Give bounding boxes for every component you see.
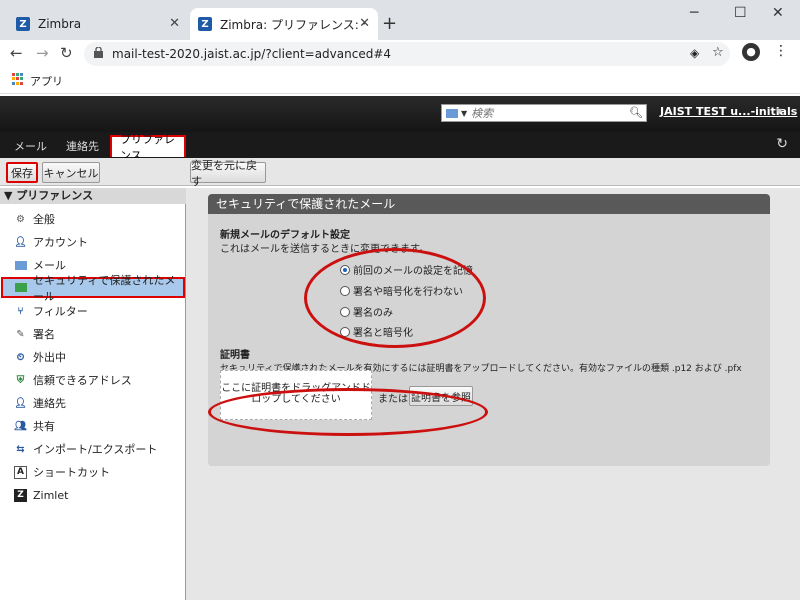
zimlet-icon: Z	[14, 488, 27, 502]
close-tab-icon[interactable]: ✕	[169, 16, 180, 31]
new-tab-icon[interactable]: +	[382, 13, 397, 34]
sidebar-item-label: 信頼できるアドレス	[33, 374, 132, 387]
bookmark-star-icon[interactable]: ☆	[712, 45, 724, 60]
preferences-toolbar: 保存 キャンセル 変更を元に戻す	[0, 158, 800, 188]
sidebar-item-trusted-addresses[interactable]: ⛨ 信頼できるアドレス	[0, 369, 186, 391]
sidebar-item-shortcuts[interactable]: A ショートカット	[0, 461, 186, 483]
tab-title: Zimbra: プリファレンス: セキュリティで	[220, 17, 365, 32]
signature-icon: ✎	[16, 328, 25, 340]
save-button[interactable]: 保存	[6, 162, 38, 183]
sidebar-item-signatures[interactable]: ✎ 署名	[0, 323, 186, 345]
sidebar-item-account[interactable]: 👤︎ アカウント	[0, 231, 186, 253]
sidebar-item-contacts[interactable]: 👤︎ 連絡先	[0, 392, 186, 414]
zimbra-favicon-icon: Z	[16, 17, 30, 31]
cancel-button[interactable]: キャンセル	[42, 162, 100, 183]
sidebar-item-secure-mail[interactable]: セキュリティで保護されたメール	[1, 274, 185, 303]
apps-bookmark-label[interactable]: アプリ	[30, 73, 63, 89]
back-icon[interactable]: ←	[10, 44, 23, 62]
window-close-icon[interactable]: ✕	[772, 5, 784, 21]
chevron-down-icon[interactable]: ▼	[461, 109, 467, 118]
sidebar-item-out-of-office[interactable]: ⏲ 外出中	[0, 346, 186, 368]
url-text: mail-test-2020.jaist.ac.jp/?client=advan…	[112, 47, 392, 61]
sidebar-item-general[interactable]: ⚙ 全般	[0, 208, 186, 230]
default-settings-heading: 新規メールのデフォルト設定	[220, 230, 350, 241]
tab-title: Zimbra	[38, 17, 82, 31]
user-menu-chevron-icon[interactable]: ▼	[776, 107, 782, 116]
sidebar-item-label: 外出中	[33, 351, 66, 364]
profile-avatar-icon[interactable]: ●	[742, 43, 760, 61]
import-export-icon: ⇆	[16, 443, 25, 455]
sidebar-item-label: Zimlet	[33, 488, 69, 502]
lock-icon	[94, 47, 103, 58]
share-icon: 👥︎	[14, 420, 27, 432]
sidebar-item-import-export[interactable]: ⇆ インポート/エクスポート	[0, 438, 186, 460]
browser-tab-bar: Z Zimbra ✕ Z Zimbra: プリファレンス: セキュリティで ✕ …	[0, 0, 800, 40]
app-tab-bar: メール 連絡先 プリファレンス ↻	[0, 132, 800, 162]
sidebar-item-label: セキュリティで保護されたメール	[33, 273, 176, 303]
search-box[interactable]: ▼ 🔍︎	[441, 104, 647, 122]
close-tab-icon[interactable]: ✕	[359, 16, 370, 31]
sidebar-item-label: ショートカット	[33, 466, 110, 479]
browser-tab-zimbra[interactable]: Z Zimbra ✕	[8, 8, 188, 40]
reload-icon[interactable]: ↻	[60, 44, 73, 62]
browser-tab-preferences[interactable]: Z Zimbra: プリファレンス: セキュリティで ✕	[190, 8, 378, 40]
apps-grid-icon[interactable]	[12, 73, 24, 85]
shield-icon: ⛨	[16, 374, 25, 386]
tab-mail[interactable]: メール	[6, 135, 55, 157]
annotation-oval	[304, 248, 486, 348]
cast-icon[interactable]: ◈	[690, 46, 699, 60]
panel-title: セキュリティで保護されたメール	[208, 194, 770, 214]
revert-button[interactable]: 変更を元に戻す	[190, 159, 266, 188]
sidebar-item-sharing[interactable]: 👥︎ 共有	[0, 415, 186, 437]
filter-icon: ⑂	[17, 305, 24, 317]
search-input[interactable]	[471, 106, 622, 120]
forward-icon[interactable]: →	[36, 44, 49, 62]
maximize-icon[interactable]: ☐	[734, 5, 747, 21]
secure-mail-icon	[15, 281, 27, 294]
search-icon[interactable]: 🔍︎	[629, 106, 643, 119]
more-menu-icon[interactable]: ⋮	[774, 43, 788, 59]
sidebar-heading[interactable]: ▼ プリファレンス	[0, 188, 186, 204]
address-bar[interactable]: mail-test-2020.jaist.ac.jp/?client=advan…	[84, 42, 730, 66]
zimbra-favicon-icon: Z	[198, 17, 212, 31]
account-icon: 👤︎	[14, 236, 27, 248]
tab-contacts[interactable]: 連絡先	[58, 135, 107, 157]
out-of-office-icon: ⏲	[16, 351, 25, 363]
zimbra-header: ▼ 🔍︎ JAIST TEST u...-initials ▼	[0, 96, 800, 132]
contacts-icon: 👤︎	[14, 397, 27, 409]
annotation-oval	[208, 388, 488, 436]
sidebar-item-label: インポート/エクスポート	[33, 443, 158, 456]
sidebar-item-label: 共有	[33, 420, 55, 433]
tab-preferences[interactable]: プリファレンス	[110, 133, 186, 162]
preferences-sidebar: ▼ プリファレンス ⚙ 全般 👤︎ アカウント メール セキュリティで保護された…	[0, 188, 186, 600]
sidebar-item-label: 全般	[33, 213, 55, 226]
sidebar-item-zimlets[interactable]: Z Zimlet	[0, 484, 186, 506]
gear-icon: ⚙	[16, 213, 25, 225]
browser-toolbar: ← → ↻ mail-test-2020.jaist.ac.jp/?client…	[0, 40, 800, 68]
bookmarks-bar: アプリ	[0, 68, 800, 94]
minimize-icon[interactable]: ─	[690, 5, 698, 21]
sidebar-item-label: アカウント	[33, 236, 88, 249]
sidebar-item-label: 署名	[33, 328, 55, 341]
sidebar-item-label: 連絡先	[33, 397, 66, 410]
mail-icon	[14, 259, 27, 272]
shortcut-icon: A	[14, 465, 27, 479]
mail-type-icon[interactable]	[446, 108, 458, 118]
certificate-heading: 証明書	[220, 350, 250, 361]
refresh-icon[interactable]: ↻	[776, 136, 788, 152]
sidebar-item-label: フィルター	[33, 305, 88, 318]
sidebar-item-filters[interactable]: ⑂ フィルター	[0, 300, 186, 322]
